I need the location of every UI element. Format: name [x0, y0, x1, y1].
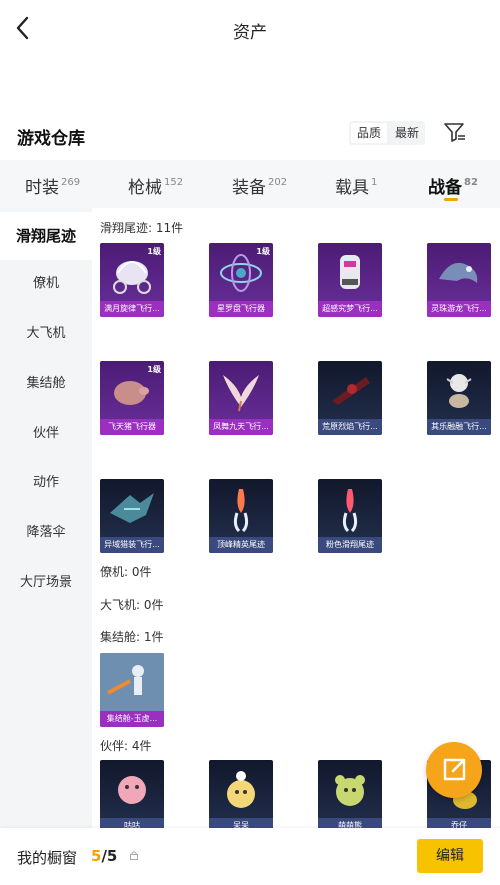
item-card[interactable]: 1级 飞天猪飞行器 — [100, 361, 164, 435]
item-level: 1级 — [147, 247, 161, 256]
sort-toggle: 品质 最新 — [349, 121, 425, 145]
item-list: 滑翔尾迹: 11件 1级 满月旋律飞行... 1级 星罗盘飞行器 超感究梦飞行.… — [92, 208, 500, 828]
tab-label: 战备 — [428, 178, 462, 198]
item-level: 1级 — [147, 365, 161, 374]
item-name: 乔仔 — [427, 818, 491, 828]
tab-label: 时装 — [25, 178, 59, 198]
pink-partner-icon — [118, 776, 146, 804]
tab-count: 269 — [61, 177, 81, 188]
sidebar: 滑翔尾迹 僚机 大飞机 集结舱 伙伴 动作 降落伞 大厅场景 — [0, 208, 92, 828]
tab-count: 1 — [371, 177, 378, 188]
tab-label: 装备 — [232, 178, 266, 198]
sort-quality-button[interactable]: 品质 — [351, 123, 387, 143]
item-name: 星罗盘飞行器 — [209, 301, 273, 317]
edit-button[interactable]: 编辑 — [417, 839, 483, 873]
item-name: 集结舱-玉虚... — [100, 711, 164, 727]
item-name: 其乐融融飞行... — [427, 419, 491, 435]
item-name: 凤舞九天飞行... — [209, 419, 273, 435]
section-header-wingman: 僚机: 0件 — [100, 565, 152, 579]
sidebar-item-big-plane[interactable]: 大飞机 — [0, 310, 92, 358]
exotic-hunt-craft-icon — [110, 493, 154, 523]
item-card[interactable]: 凤舞九天飞行... — [209, 361, 273, 435]
chick-partner-icon — [227, 771, 255, 808]
assembly-pod-icon — [100, 653, 164, 711]
tab-label: 枪械 — [128, 178, 162, 198]
showcase-total: /5 — [101, 847, 118, 865]
filter-icon[interactable] — [443, 121, 467, 143]
section-header-assembly-pod: 集结舱: 1件 — [100, 630, 164, 644]
tab-equipment[interactable]: 装备 202 — [232, 173, 287, 198]
item-card[interactable]: 异域猎装飞行... — [100, 479, 164, 553]
item-card[interactable]: 咕咕 — [100, 760, 164, 828]
sidebar-item-assembly-pod[interactable]: 集结舱 — [0, 360, 92, 408]
item-name: 异域猎装飞行... — [100, 537, 164, 553]
tab-count: 202 — [268, 177, 288, 188]
item-card[interactable]: 灵珠游龙飞行... — [427, 243, 491, 317]
dragon-craft-icon — [439, 262, 478, 283]
tab-combat-gear[interactable]: 战备 82 — [428, 173, 478, 201]
warehouse-title: 游戏仓库 — [17, 129, 85, 149]
tab-count: 152 — [164, 177, 184, 188]
showcase-current: 5 — [91, 847, 102, 865]
section-header-glide-trail: 滑翔尾迹: 11件 — [100, 221, 184, 235]
showcase-count: 5/5 — [91, 847, 117, 865]
elite-trail-icon — [233, 489, 249, 533]
item-card[interactable]: 粉色滑翔尾迹 — [318, 479, 382, 553]
sidebar-item-glide-trail[interactable]: 滑翔尾迹 — [0, 212, 92, 260]
flame-craft-icon — [332, 377, 370, 405]
item-name: 粉色滑翔尾迹 — [318, 537, 382, 553]
item-name: 灵珠游龙飞行... — [427, 301, 491, 317]
item-card[interactable]: 其乐融融飞行... — [427, 361, 491, 435]
item-card[interactable]: 1级 星罗盘飞行器 — [209, 243, 273, 317]
item-name: 荒原烈焰飞行... — [318, 419, 382, 435]
item-card[interactable]: 1级 满月旋律飞行... — [100, 243, 164, 317]
item-card[interactable]: 呆呆 — [209, 760, 273, 828]
dream-craft-icon — [340, 255, 360, 289]
item-name: 飞天猪飞行器 — [100, 419, 164, 435]
tab-label: 载具 — [335, 178, 369, 198]
item-card[interactable]: 集结舱-玉虚... — [100, 653, 164, 727]
item-card[interactable]: 超感究梦飞行... — [318, 243, 382, 317]
sidebar-item-action[interactable]: 动作 — [0, 459, 92, 507]
item-name: 萌萌熊 — [318, 818, 382, 828]
item-level: 1级 — [256, 247, 270, 256]
item-name: 超感究梦飞行... — [318, 301, 382, 317]
sidebar-item-parachute[interactable]: 降落伞 — [0, 509, 92, 557]
green-bear-partner-icon — [335, 775, 365, 806]
item-name: 呆呆 — [209, 818, 273, 828]
tab-firearms[interactable]: 枪械 152 — [128, 173, 183, 198]
section-header-partner: 伙伴: 4件 — [100, 739, 152, 753]
item-card[interactable]: 顶峰精英尾迹 — [209, 479, 273, 553]
share-fab-button[interactable] — [426, 742, 482, 798]
sidebar-item-partner[interactable]: 伙伴 — [0, 410, 92, 458]
tab-fashion[interactable]: 时装 269 — [25, 173, 80, 198]
tab-active-indicator — [444, 198, 458, 201]
sort-latest-button[interactable]: 最新 — [389, 121, 425, 145]
share-icon — [443, 758, 466, 781]
item-card[interactable]: 荒原烈焰飞行... — [318, 361, 382, 435]
item-name: 满月旋律飞行... — [100, 301, 164, 317]
sidebar-item-lobby-scene[interactable]: 大厅场景 — [0, 559, 92, 607]
bottom-bar: 我的橱窗 5/5 编辑 — [0, 828, 500, 885]
page-title: 资产 — [233, 23, 267, 43]
lock-icon — [129, 850, 139, 863]
joyful-craft-icon — [446, 374, 472, 408]
pink-trail-icon — [342, 489, 358, 533]
category-tabs: 时装 269 枪械 152 装备 202 载具 1 战备 82 — [0, 160, 500, 208]
item-name: 咕咕 — [100, 818, 164, 828]
sidebar-item-wingman[interactable]: 僚机 — [0, 260, 92, 308]
tab-vehicles[interactable]: 载具 1 — [335, 173, 377, 198]
section-header-big-plane: 大飞机: 0件 — [100, 598, 164, 612]
top-bar: 资产 — [0, 0, 500, 58]
item-card[interactable]: 萌萌熊 — [318, 760, 382, 828]
showcase-label: 我的橱窗 — [17, 849, 78, 867]
tab-count: 82 — [464, 177, 478, 188]
item-name: 顶峰精英尾迹 — [209, 537, 273, 553]
phoenix-craft-icon — [223, 375, 259, 412]
